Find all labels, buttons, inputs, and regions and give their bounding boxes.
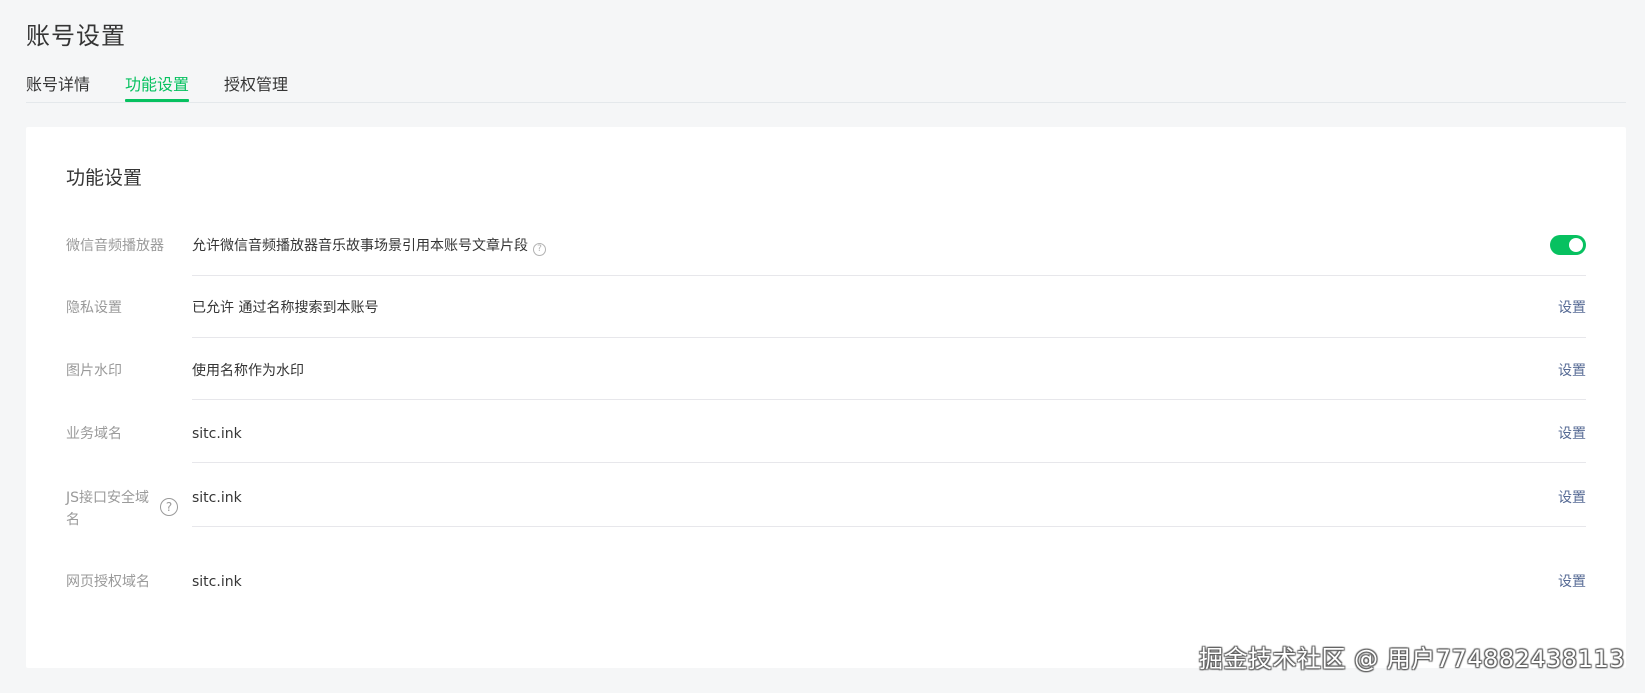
tab-authorization-management[interactable]: 授权管理 bbox=[224, 72, 288, 98]
row-value: sitc.ink bbox=[192, 490, 242, 506]
image-watermark-settings-link[interactable]: 设置 bbox=[1558, 360, 1586, 382]
privacy-settings-link[interactable]: 设置 bbox=[1558, 297, 1586, 319]
settings-card: 功能设置 微信音频播放器 允许微信音频播放器音乐故事场景引用本账号文章片段? 隐… bbox=[26, 127, 1626, 668]
business-domain-settings-link[interactable]: 设置 bbox=[1558, 423, 1586, 445]
row-label: 隐私设置 bbox=[66, 300, 122, 316]
row-label: 图片水印 bbox=[66, 363, 122, 379]
settings-row-privacy: 隐私设置 已允许 通过名称搜索到本账号 设置 bbox=[66, 297, 1586, 357]
settings-row-audio-player: 微信音频播放器 允许微信音频播放器音乐故事场景引用本账号文章片段? bbox=[66, 235, 1586, 295]
row-divider bbox=[192, 337, 1586, 338]
settings-row-web-auth-domain: 网页授权域名 sitc.ink 设置 bbox=[66, 571, 1586, 611]
settings-row-js-secure-domain: JS接口安全域 名 ? sitc.ink 设置 bbox=[66, 487, 1586, 557]
watermark-text: 掘金技术社区 @ 用户774882438113 bbox=[1199, 645, 1625, 673]
row-divider bbox=[192, 526, 1586, 527]
row-divider bbox=[192, 462, 1586, 463]
row-divider bbox=[192, 399, 1586, 400]
row-label: 网页授权域名 bbox=[66, 574, 150, 590]
audio-player-toggle[interactable] bbox=[1550, 235, 1586, 255]
row-value-text: 允许微信音频播放器音乐故事场景引用本账号文章片段 bbox=[192, 238, 528, 254]
row-label: 微信音频播放器 bbox=[66, 238, 164, 254]
tab-account-details[interactable]: 账号详情 bbox=[26, 72, 90, 98]
settings-row-business-domain: 业务域名 sitc.ink 设置 bbox=[66, 423, 1586, 483]
row-label: 业务域名 bbox=[66, 426, 122, 442]
question-circle-icon[interactable]: ? bbox=[533, 243, 546, 256]
question-circle-icon[interactable]: ? bbox=[160, 498, 178, 516]
toggle-knob bbox=[1569, 238, 1583, 252]
row-value: 使用名称作为水印 bbox=[192, 363, 304, 379]
row-label-line2: 名 bbox=[66, 512, 80, 528]
page-title: 账号设置 bbox=[26, 22, 126, 50]
row-value: sitc.ink bbox=[192, 426, 242, 442]
tab-feature-settings[interactable]: 功能设置 bbox=[125, 72, 190, 102]
row-label-line1: JS接口安全域 bbox=[66, 490, 150, 506]
row-label: JS接口安全域 名 bbox=[66, 487, 149, 531]
row-value: sitc.ink bbox=[192, 574, 242, 590]
js-secure-domain-settings-link[interactable]: 设置 bbox=[1558, 487, 1586, 509]
web-auth-domain-settings-link[interactable]: 设置 bbox=[1558, 571, 1586, 593]
row-value: 允许微信音频播放器音乐故事场景引用本账号文章片段? bbox=[192, 235, 546, 257]
card-title: 功能设置 bbox=[66, 167, 143, 189]
row-value: 已允许 通过名称搜索到本账号 bbox=[192, 300, 379, 316]
tab-bar: 账号详情 功能设置 授权管理 bbox=[26, 72, 1626, 103]
settings-row-image-watermark: 图片水印 使用名称作为水印 设置 bbox=[66, 360, 1586, 420]
row-divider bbox=[192, 275, 1586, 276]
